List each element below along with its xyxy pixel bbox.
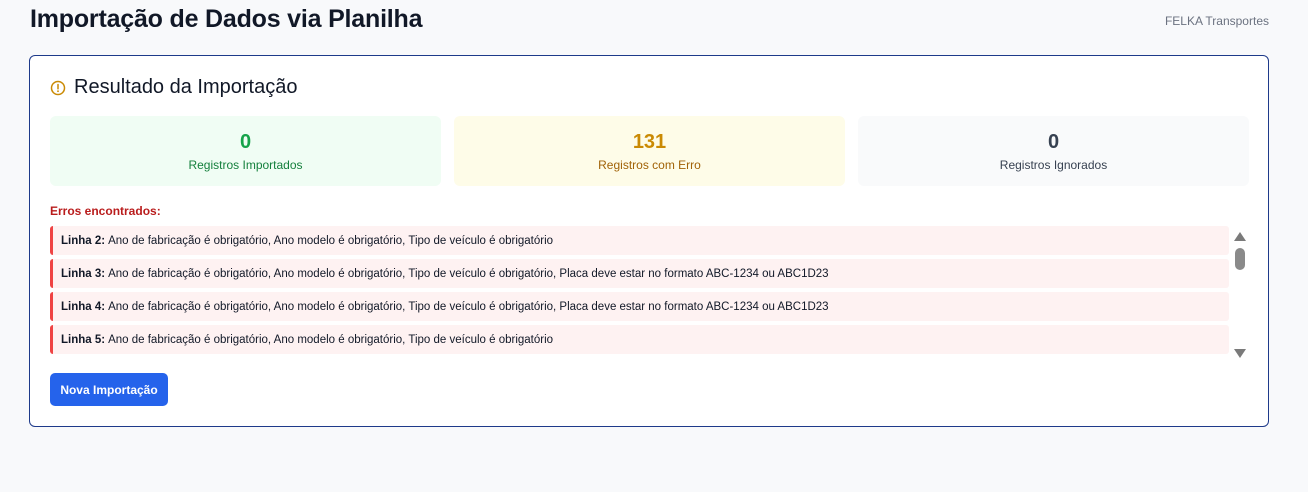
- scroll-down-arrow-icon[interactable]: [1234, 348, 1246, 358]
- error-message: Ano de fabricação é obrigatório, Ano mod…: [108, 333, 554, 346]
- stat-imported-value: 0: [239, 130, 252, 153]
- errors-scrollbar[interactable]: [1231, 226, 1248, 358]
- error-line-number: Linha 3:: [61, 267, 106, 280]
- stats-row: 0 Registros Importados 131 Registros com…: [50, 116, 1249, 186]
- stat-imported: 0 Registros Importados: [50, 116, 441, 186]
- error-line-number: Linha 5:: [61, 333, 106, 346]
- result-title: Resultado da Importação: [74, 76, 298, 98]
- warning-circle-icon: [50, 80, 66, 95]
- errors-title: Erros encontrados:: [50, 204, 161, 218]
- error-message: Ano de fabricação é obrigatório, Ano mod…: [108, 267, 829, 280]
- error-line-number: Linha 4:: [61, 300, 106, 313]
- error-item: Linha 4: Ano de fabricação é obrigatório…: [50, 292, 1229, 321]
- scroll-up-arrow-icon[interactable]: [1234, 232, 1246, 242]
- scroll-thumb[interactable]: [1235, 248, 1245, 270]
- error-item: Linha 3: Ano de fabricação é obrigatório…: [50, 259, 1229, 288]
- stat-errors: 131 Registros com Erro: [454, 116, 845, 186]
- new-import-button[interactable]: Nova Importação: [50, 373, 168, 406]
- error-line-number: Linha 2:: [61, 234, 106, 247]
- error-item: Linha 5: Ano de fabricação é obrigatório…: [50, 325, 1229, 354]
- stat-errors-value: 131: [632, 130, 667, 153]
- error-message: Ano de fabricação é obrigatório, Ano mod…: [108, 300, 829, 313]
- error-item: Linha 2: Ano de fabricação é obrigatório…: [50, 226, 1229, 255]
- page-title: Importação de Dados via Planilha: [30, 5, 423, 33]
- result-header: Resultado da Importação: [50, 76, 297, 99]
- company-name: FELKA Transportes: [1164, 14, 1269, 28]
- stat-ignored-label: Registros Ignorados: [999, 157, 1108, 172]
- errors-list[interactable]: Linha 2: Ano de fabricação é obrigatório…: [50, 226, 1248, 358]
- stat-errors-label: Registros com Erro: [598, 157, 701, 172]
- import-result-card: Resultado da Importação 0 Registros Impo…: [29, 55, 1269, 427]
- stat-ignored: 0 Registros Ignorados: [858, 116, 1249, 186]
- stat-ignored-value: 0: [1047, 130, 1060, 153]
- stat-imported-label: Registros Importados: [188, 157, 303, 172]
- error-message: Ano de fabricação é obrigatório, Ano mod…: [108, 234, 554, 247]
